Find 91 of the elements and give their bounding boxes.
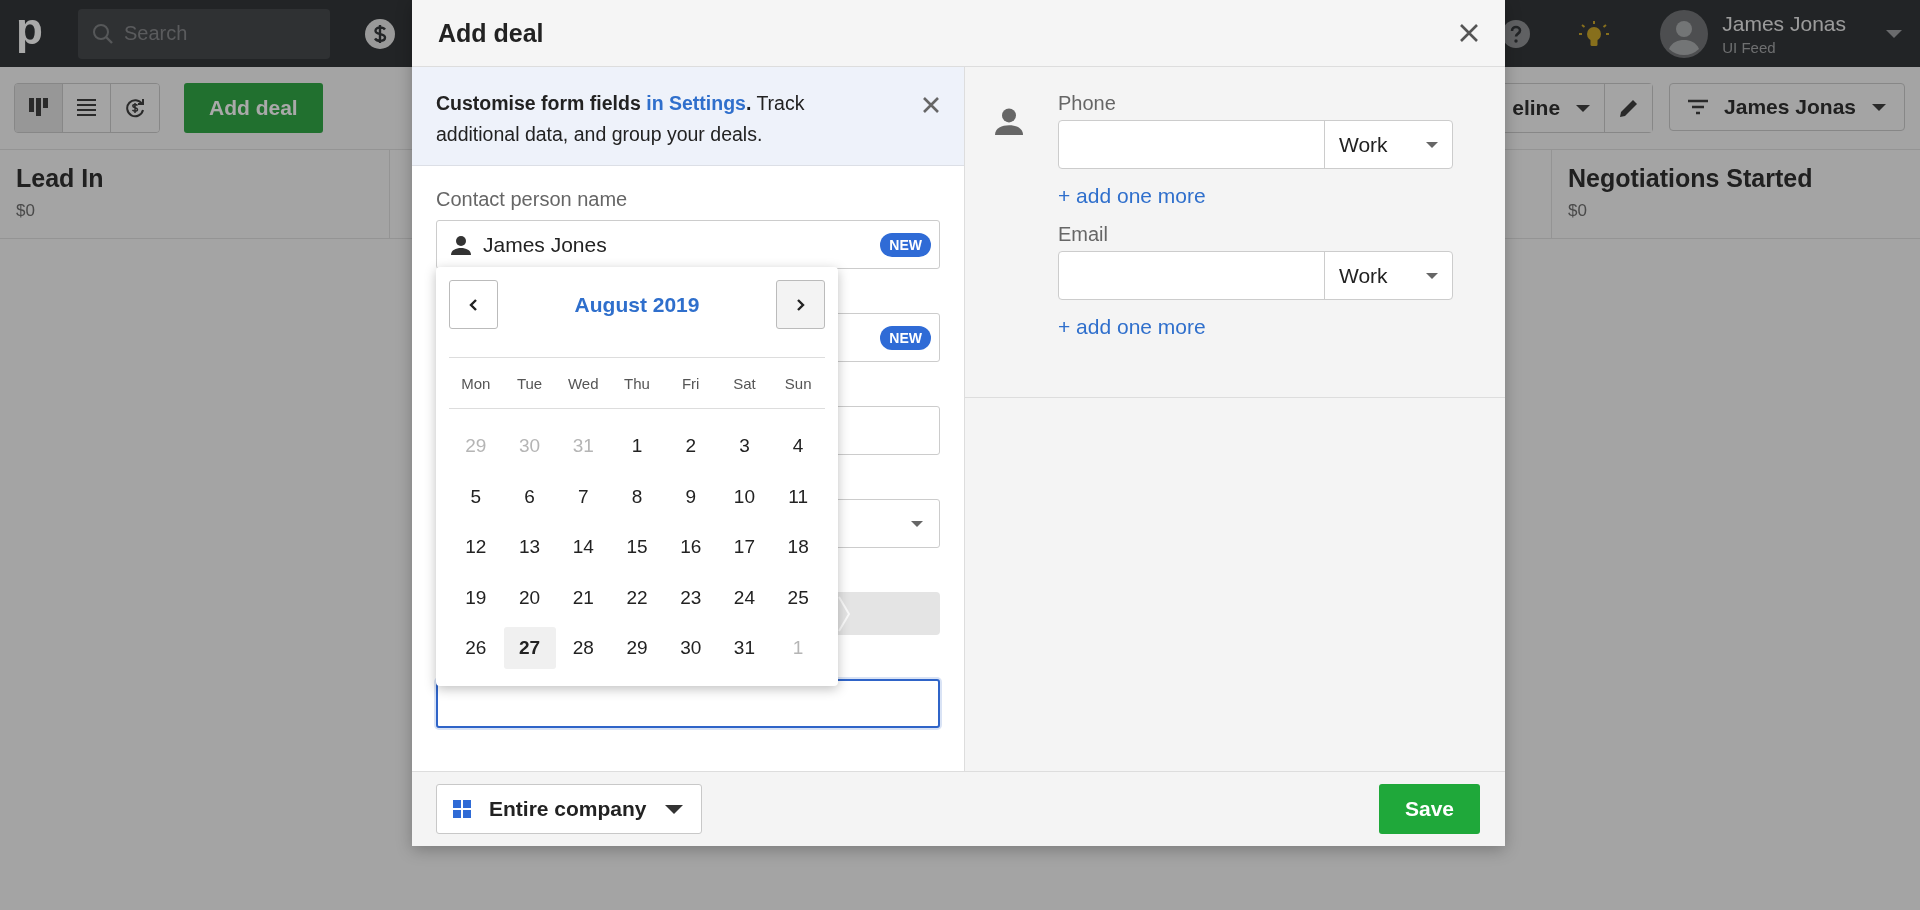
caret-icon xyxy=(1576,104,1591,112)
date-picker-menu[interactable]: August 2019 Mon Tue Wed Thu Fri Sat Sun 29 30 31 1 2 3 4 5 6 7 8 9 10 11 12 13 14 15 16 17 18 19 20 21 22 23 24 25 26 27 28 29 30 31 1 xyxy=(436,267,838,686)
grid-icon xyxy=(453,800,471,818)
avatar-icon[interactable] xyxy=(1660,9,1709,58)
calendar-day[interactable]: 15 xyxy=(611,526,663,569)
deals-icon[interactable] xyxy=(365,18,395,49)
new-badge: NEW xyxy=(880,325,931,350)
chevron-left-icon xyxy=(469,298,478,311)
calendar-day[interactable]: 21 xyxy=(557,576,610,619)
calendar-day[interactable]: 4 xyxy=(772,425,825,468)
calendar-day[interactable]: 30 xyxy=(664,627,717,670)
caret-icon xyxy=(1426,272,1438,279)
stage-value: $0 xyxy=(16,201,35,221)
calendar-day[interactable]: 12 xyxy=(449,526,502,569)
caret-icon xyxy=(1426,141,1438,148)
calendar-day[interactable]: 18 xyxy=(772,526,825,569)
field-label: Email xyxy=(1058,222,1109,247)
calendar-day[interactable]: 24 xyxy=(718,576,771,619)
board-view-icon xyxy=(28,98,49,118)
lightbulb-icon[interactable] xyxy=(1578,19,1611,48)
filter-icon xyxy=(1688,99,1709,115)
user-name: James Jonas xyxy=(1722,11,1846,36)
calendar-day[interactable]: 22 xyxy=(611,576,663,619)
weekday-label: Wed xyxy=(568,374,599,392)
weekday-label: Mon xyxy=(461,374,491,392)
visibility-dropdown[interactable]: Entire company xyxy=(436,784,702,834)
calendar-day[interactable]: 7 xyxy=(557,475,610,518)
caret-icon xyxy=(911,520,923,527)
person-icon xyxy=(995,107,1023,135)
calendar-day[interactable]: 19 xyxy=(449,576,502,619)
refresh-dollar-icon xyxy=(125,98,145,118)
stage-value: $0 xyxy=(1568,201,1587,221)
calendar-day[interactable]: 8 xyxy=(611,475,663,518)
calendar-day[interactable]: 2 xyxy=(664,425,717,468)
calendar-day[interactable]: 17 xyxy=(718,526,771,569)
banner-text: Customise form fields in Settings. Track additional data, and group your deals. xyxy=(436,91,806,147)
input-field[interactable]: James Jones NEW xyxy=(436,220,940,269)
dialog-title: Add deal xyxy=(438,18,544,48)
weekday-label: Sun xyxy=(784,374,812,392)
calendar-day[interactable]: 10 xyxy=(718,475,771,518)
calendar-day[interactable]: 16 xyxy=(664,526,717,569)
calendar-day[interactable]: 28 xyxy=(557,627,610,670)
filter-dropdown[interactable]: James Jonas xyxy=(1669,83,1905,131)
caret-icon xyxy=(1886,29,1902,38)
type-dropdown[interactable]: Work xyxy=(1324,252,1452,299)
calendar-day[interactable]: 11 xyxy=(772,475,825,518)
calendar-day[interactable]: 6 xyxy=(503,475,556,518)
weekday-label: Thu xyxy=(624,374,650,392)
input-field[interactable]: Work xyxy=(1058,251,1453,300)
settings-link[interactable]: in Settings xyxy=(646,92,746,114)
user-company: UI Feed xyxy=(1722,38,1777,56)
calendar-day[interactable]: 3 xyxy=(718,425,771,468)
list-view-icon xyxy=(76,98,97,118)
weekday-label: Fri xyxy=(681,374,700,392)
calendar-day[interactable]: 14 xyxy=(557,526,610,569)
calendar-day[interactable]: 9 xyxy=(664,475,717,518)
field-label: Phone xyxy=(1058,91,1117,116)
calendar-day[interactable]: 23 xyxy=(664,576,717,619)
type-dropdown[interactable]: Work xyxy=(1324,121,1452,168)
search-icon xyxy=(92,22,113,44)
weekday-label: Sat xyxy=(733,374,756,392)
calendar-day[interactable]: 26 xyxy=(449,627,502,670)
add-more-link[interactable]: + add one more xyxy=(1058,315,1206,339)
field-label: Contact person name xyxy=(436,188,629,212)
calendar-day[interactable]: 27 xyxy=(503,627,556,670)
edit-button[interactable] xyxy=(1604,84,1653,132)
calendar-day[interactable]: 29 xyxy=(611,627,663,670)
caret-icon xyxy=(664,804,683,814)
board-view-button[interactable] xyxy=(15,84,63,132)
chevron-right-icon xyxy=(796,298,805,311)
caret-icon xyxy=(1872,103,1886,111)
calendar-day[interactable]: 25 xyxy=(772,576,825,619)
logo[interactable]: p xyxy=(16,6,60,51)
calendar-day[interactable]: 1 xyxy=(611,425,663,468)
calendar-day[interactable]: 20 xyxy=(503,576,556,619)
person-icon xyxy=(451,234,471,255)
close-icon[interactable] xyxy=(922,96,940,114)
field-value: James Jones xyxy=(483,232,607,257)
calendar-day[interactable]: 5 xyxy=(449,475,502,518)
new-badge: NEW xyxy=(880,232,931,257)
chevron-icon xyxy=(838,596,850,632)
calendar-day[interactable]: 13 xyxy=(503,526,556,569)
close-icon[interactable] xyxy=(1459,23,1479,43)
calendar-day[interactable]: 31 xyxy=(718,627,771,670)
month-title: August 2019 xyxy=(574,292,700,317)
add-more-link[interactable]: + add one more xyxy=(1058,184,1206,208)
weekday-label: Tue xyxy=(516,374,543,392)
stage-title: Lead In xyxy=(16,164,104,193)
pencil-icon xyxy=(1618,98,1639,118)
input-field[interactable]: Work xyxy=(1058,120,1453,169)
stage-title: Negotiations Started xyxy=(1568,164,1813,193)
